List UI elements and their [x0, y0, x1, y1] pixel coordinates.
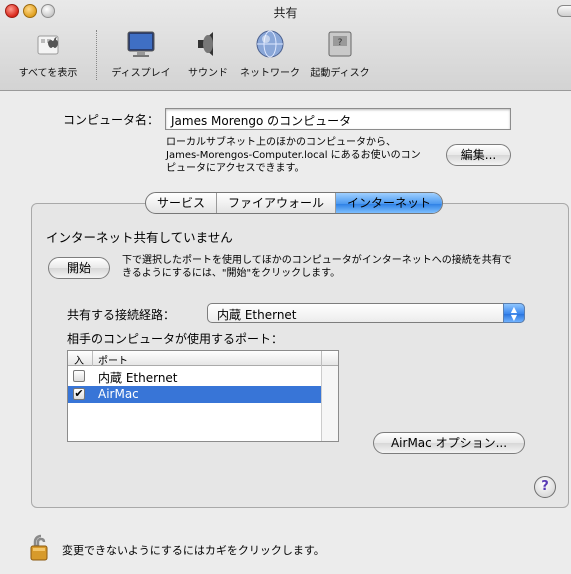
- internet-sharing-status: インターネット共有していません: [46, 230, 233, 245]
- column-divider: [92, 351, 93, 366]
- computer-name-field[interactable]: James Morengo のコンピュータ: [165, 108, 511, 130]
- tab-services[interactable]: サービス: [146, 193, 218, 213]
- toolbar-label-network: ネットワーク: [240, 68, 300, 79]
- toolbar-label-show-all: すべてを表示: [18, 68, 78, 79]
- toolbar-separator: [96, 30, 97, 80]
- ports-table: 入 ポート 内蔵 Ethernet ✔ AirMac: [67, 350, 339, 442]
- computer-description-line3: ピュータにアクセスできます。: [166, 163, 305, 174]
- tab-internet[interactable]: インターネット: [336, 193, 443, 213]
- toolbar-toggle-button[interactable]: [557, 5, 571, 17]
- network-globe-icon: [256, 30, 284, 58]
- ports-table-header: 入 ポート: [68, 351, 338, 367]
- computer-name-label: コンピュータ名：: [63, 113, 160, 127]
- toolbar-startup-disk[interactable]: ? 起動ディスク: [306, 28, 374, 79]
- share-from-popup[interactable]: 内蔵 Ethernet ▲ ▼: [207, 303, 525, 323]
- title-bar: 共有: [0, 0, 571, 22]
- toolbar-label-display: ディスプレイ: [111, 68, 171, 79]
- computer-description-line1: ローカルサブネット上のほかのコンピュータから、: [166, 137, 396, 148]
- port-checkbox-ethernet[interactable]: [73, 370, 85, 382]
- computer-description-line2: James-Morengos-Computer.local にあるお使いのコン: [166, 150, 421, 161]
- port-checkbox-airmac[interactable]: ✔: [73, 388, 85, 400]
- start-button[interactable]: 開始: [48, 257, 110, 279]
- help-button[interactable]: ?: [534, 476, 556, 498]
- start-instructions-line2: きるようにするには、"開始"をクリックします。: [122, 268, 341, 279]
- share-from-label: 共有する接続経路：: [67, 308, 176, 322]
- column-divider: [321, 351, 322, 366]
- port-row-airmac[interactable]: ✔ AirMac: [68, 386, 321, 403]
- ports-label: 相手のコンピュータが使用するポート：: [67, 332, 284, 346]
- preferences-window: 共有 すべてを表示 ディスプレイ サウンド ネットワーク ? 起動ディスク コン…: [0, 0, 571, 574]
- popup-arrows-icon: ▲ ▼: [503, 303, 525, 323]
- start-instructions-line1: 下で選択したポートを使用してほかのコンピュータがインターネットへの接続を共有で: [122, 255, 512, 266]
- window-chrome: 共有 すべてを表示 ディスプレイ サウンド ネットワーク ? 起動ディスク: [0, 0, 571, 91]
- port-row-ethernet[interactable]: 内蔵 Ethernet: [68, 368, 321, 385]
- lock-icon[interactable]: [30, 534, 52, 562]
- airmac-options-button[interactable]: AirMac オプション...: [373, 432, 525, 454]
- speaker-icon: [198, 32, 213, 56]
- show-all-icon: [37, 35, 59, 55]
- tab-bar: サービス ファイアウォール インターネット: [145, 192, 444, 214]
- toolbar-sound[interactable]: サウンド: [180, 28, 236, 79]
- column-header-port[interactable]: ポート: [98, 352, 128, 367]
- toolbar-network[interactable]: ネットワーク: [236, 28, 304, 79]
- port-name: AirMac: [98, 387, 139, 401]
- tab-firewall[interactable]: ファイアウォール: [217, 193, 337, 213]
- edit-button[interactable]: 編集...: [446, 144, 511, 166]
- toolbar-label-startup-disk: 起動ディスク: [310, 68, 370, 79]
- table-scrollbar[interactable]: [321, 366, 338, 441]
- startup-disk-icon: ?: [328, 31, 352, 57]
- display-icon: [127, 31, 155, 57]
- toolbar-display[interactable]: ディスプレイ: [106, 28, 176, 79]
- svg-text:?: ?: [338, 38, 343, 48]
- toolbar-show-all[interactable]: すべてを表示: [4, 28, 92, 79]
- port-name: 内蔵 Ethernet: [98, 371, 178, 385]
- window-title: 共有: [273, 6, 298, 20]
- lock-instructions: 変更できないようにするにはカギをクリックします。: [62, 544, 325, 557]
- toolbar-label-sound: サウンド: [188, 68, 228, 79]
- share-from-value: 内蔵 Ethernet: [217, 308, 297, 322]
- column-header-on[interactable]: 入: [74, 352, 84, 367]
